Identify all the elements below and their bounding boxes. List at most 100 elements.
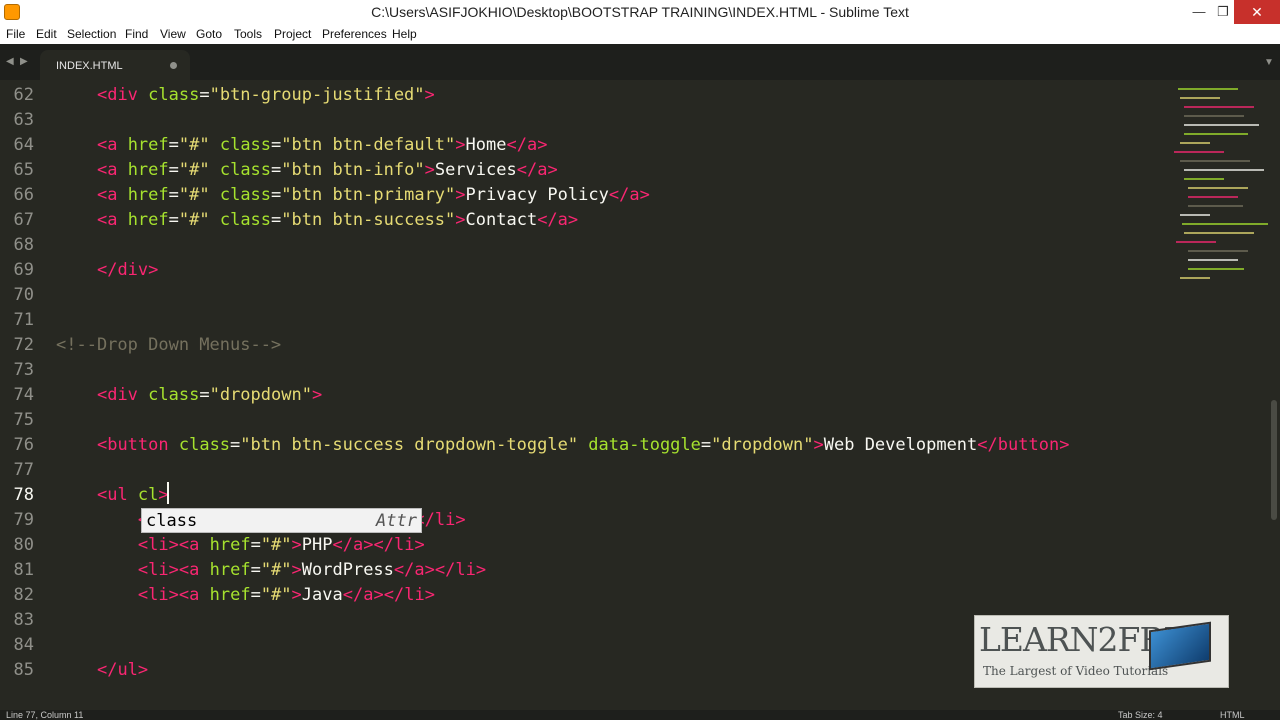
line-number: 76 <box>13 435 34 455</box>
code-line[interactable]: <a href="#" class="btn btn-info">Service… <box>56 158 558 183</box>
code-token: "btn btn-default" <box>281 135 456 155</box>
minimap-line <box>1180 277 1210 279</box>
code-token: ul <box>117 660 138 680</box>
maximize-button[interactable]: ❐ <box>1210 0 1236 24</box>
menu-tools[interactable]: Tools <box>234 27 262 41</box>
code-token: li <box>455 560 476 580</box>
logo-tagline: The Largest of Video Tutorials <box>983 664 1169 678</box>
close-button[interactable]: ✕ <box>1234 0 1280 24</box>
minimize-button[interactable]: — <box>1186 0 1212 24</box>
code-line[interactable]: <button class="btn btn-success dropdown-… <box>56 433 1069 458</box>
code-line[interactable]: </div> <box>56 258 158 283</box>
code-token: a <box>107 160 118 180</box>
menu-project[interactable]: Project <box>274 27 311 41</box>
code-line[interactable]: <ul cl> <box>56 483 169 508</box>
menu-preferences[interactable]: Preferences <box>322 27 387 41</box>
menu-help[interactable]: Help <box>392 27 417 41</box>
code-token: = <box>168 185 179 205</box>
code-token: > <box>424 85 435 105</box>
tab-next-icon[interactable]: ▶ <box>20 56 28 67</box>
code-token: </ <box>96 260 118 280</box>
code-token: > <box>1059 435 1070 455</box>
title-bar: C:\Users\ASIFJOKHIO\Desktop\BOOTSTRAP TR… <box>0 0 1280 24</box>
code-token: < <box>96 485 108 505</box>
vertical-scrollbar[interactable] <box>1268 80 1280 710</box>
code-token: > <box>168 560 179 580</box>
code-token: ul <box>107 485 128 505</box>
minimap-line <box>1188 268 1244 270</box>
code-line[interactable]: <a href="#" class="btn btn-default">Home… <box>56 133 548 158</box>
menu-edit[interactable]: Edit <box>36 27 57 41</box>
tab-prev-icon[interactable]: ◀ <box>6 56 14 67</box>
code-token: < <box>137 560 149 580</box>
code-token: = <box>271 160 282 180</box>
unsaved-dot-icon[interactable] <box>170 62 177 69</box>
code-token: "#" <box>178 185 210 205</box>
code-token: a <box>352 535 364 555</box>
menu-file[interactable]: File <box>6 27 25 41</box>
menu-goto[interactable]: Goto <box>196 27 222 41</box>
code-line[interactable]: </ul> <box>56 658 148 683</box>
minimap-line <box>1176 241 1216 243</box>
code-token: "btn btn-primary" <box>281 185 456 205</box>
code-token: "btn-group-justified" <box>209 85 425 105</box>
code-token: a <box>526 135 538 155</box>
line-number-gutter: 62 63 64 65 66 67 68 69 70 71 72 73 74 75 76 77 78 79 80 81… <box>0 80 46 710</box>
code-line[interactable]: <a href="#" class="btn btn-primary">Priv… <box>56 183 650 208</box>
line-number: 73 <box>13 360 34 380</box>
line-number: 65 <box>13 160 34 180</box>
line-number: 83 <box>13 610 34 630</box>
code-token: "btn btn-success dropdown-toggle" <box>240 435 579 455</box>
code-line[interactable]: <!--Drop Down Menus--> <box>56 333 281 358</box>
code-line[interactable]: <li><a href="#">PHP</a></li> <box>56 533 425 558</box>
code-token: a <box>107 210 118 230</box>
minimap-line <box>1184 115 1244 117</box>
code-token: < <box>137 585 149 605</box>
code-line[interactable]: <div class="btn-group-justified"> <box>56 83 435 108</box>
tab-overflow-icon[interactable]: ▼ <box>1264 57 1274 68</box>
code-line[interactable]: <li><a href="#">WordPress</a></li> <box>56 558 486 583</box>
code-line[interactable]: <li><a href="#">Java</a></li> <box>56 583 435 608</box>
menu-find[interactable]: Find <box>125 27 148 41</box>
code-token: = <box>199 85 210 105</box>
syntax-indicator[interactable]: HTML <box>1220 710 1245 720</box>
code-token: "#" <box>178 135 210 155</box>
code-token: Services <box>434 160 517 180</box>
minimap[interactable] <box>1170 80 1270 290</box>
minimap-line <box>1184 178 1224 180</box>
menu-selection[interactable]: Selection <box>67 27 116 41</box>
code-token: cl <box>127 485 159 505</box>
autocomplete-suggestion[interactable]: class <box>146 511 197 531</box>
code-token: < <box>178 560 190 580</box>
tab-index-html[interactable]: INDEX.HTML <box>40 50 190 80</box>
code-token: class <box>209 160 272 180</box>
tab-size-indicator[interactable]: Tab Size: 4 <box>1118 710 1163 720</box>
code-token: a <box>414 560 425 580</box>
autocomplete-popup[interactable]: class Attr <box>141 508 422 533</box>
code-token: li <box>434 510 456 530</box>
code-token: > <box>291 560 302 580</box>
code-token: a <box>537 160 548 180</box>
code-token: href <box>117 160 169 180</box>
code-line[interactable]: <div class="dropdown"> <box>56 383 322 408</box>
line-number: 79 <box>13 510 34 530</box>
code-token: > <box>373 585 384 605</box>
minimap-line <box>1184 124 1259 126</box>
code-token: PHP <box>301 535 333 555</box>
code-token: > <box>475 560 487 580</box>
code-token: </ <box>393 560 415 580</box>
minimap-line <box>1184 169 1264 171</box>
code-line[interactable]: <a href="#" class="btn btn-success">Cont… <box>56 208 578 233</box>
scroll-thumb[interactable] <box>1271 400 1277 520</box>
menu-view[interactable]: View <box>160 27 186 41</box>
code-token: </ <box>332 535 353 555</box>
line-number: 75 <box>13 410 34 430</box>
code-token: </ <box>516 160 538 180</box>
